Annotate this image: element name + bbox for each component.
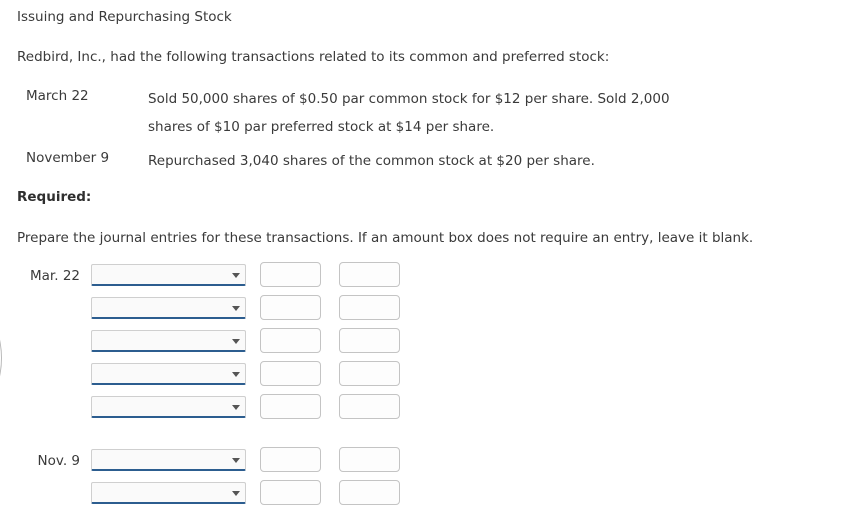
- credit-input-1-1[interactable]: [339, 262, 400, 287]
- account-select-2-1[interactable]: [91, 449, 246, 471]
- transaction-date-2: November 9: [26, 150, 110, 166]
- journal-group-label-2: Nov. 9: [37, 453, 80, 469]
- debit-input-1-4[interactable]: [260, 361, 321, 386]
- transaction-date-1: March 22: [26, 88, 89, 104]
- debit-input-1-3[interactable]: [260, 328, 321, 353]
- chevron-down-icon: [232, 491, 240, 496]
- transaction-text-1-line-2: shares of $10 par preferred stock at $14…: [148, 119, 495, 135]
- debit-input-2-2[interactable]: [260, 480, 321, 505]
- debit-input-2-1[interactable]: [260, 447, 321, 472]
- chevron-down-icon: [232, 339, 240, 344]
- credit-input-2-2[interactable]: [339, 480, 400, 505]
- account-select-1-3[interactable]: [91, 330, 246, 352]
- account-select-2-2[interactable]: [91, 482, 246, 504]
- account-select-1-2[interactable]: [91, 297, 246, 319]
- chevron-down-icon: [232, 306, 240, 311]
- instruction-text: Prepare the journal entries for these tr…: [17, 230, 754, 246]
- transaction-text-2-line-1: Repurchased 3,040 shares of the common s…: [148, 153, 595, 169]
- debit-input-1-1[interactable]: [260, 262, 321, 287]
- credit-input-1-3[interactable]: [339, 328, 400, 353]
- account-select-1-1[interactable]: [91, 264, 246, 286]
- chevron-down-icon: [232, 405, 240, 410]
- credit-input-1-4[interactable]: [339, 361, 400, 386]
- journal-group-label-1: Mar. 22: [30, 268, 80, 284]
- account-select-1-5[interactable]: [91, 396, 246, 418]
- credit-input-1-5[interactable]: [339, 394, 400, 419]
- debit-input-1-5[interactable]: [260, 394, 321, 419]
- required-heading: Required:: [17, 189, 92, 205]
- credit-input-1-2[interactable]: [339, 295, 400, 320]
- worksheet-page: Issuing and Repurchasing Stock Redbird, …: [0, 0, 861, 525]
- credit-input-2-1[interactable]: [339, 447, 400, 472]
- debit-input-1-2[interactable]: [260, 295, 321, 320]
- chevron-down-icon: [232, 372, 240, 377]
- account-select-1-4[interactable]: [91, 363, 246, 385]
- decorative-arc: [0, 318, 2, 398]
- chevron-down-icon: [232, 458, 240, 463]
- transaction-text-1-line-1: Sold 50,000 shares of $0.50 par common s…: [148, 91, 670, 107]
- chevron-down-icon: [232, 273, 240, 278]
- page-title: Issuing and Repurchasing Stock: [17, 9, 232, 25]
- intro-paragraph: Redbird, Inc., had the following transac…: [17, 49, 610, 65]
